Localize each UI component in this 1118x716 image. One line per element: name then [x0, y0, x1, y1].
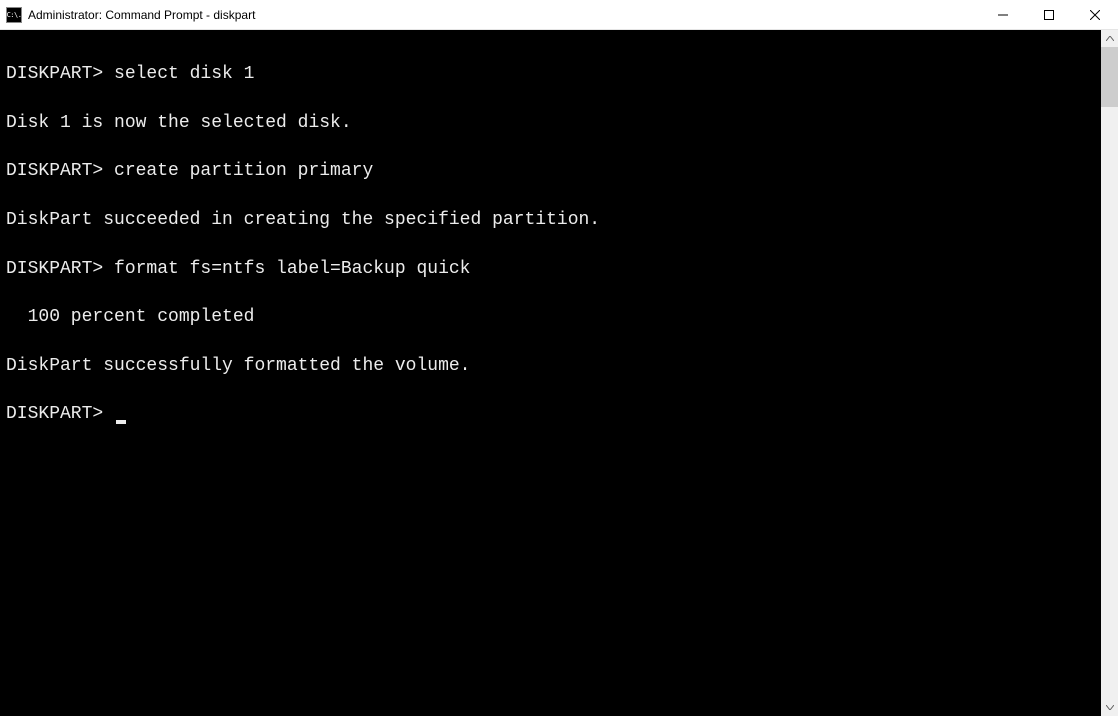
chevron-up-icon: [1106, 36, 1114, 41]
vertical-scrollbar[interactable]: [1101, 30, 1118, 716]
terminal-line: DISKPART>: [6, 402, 1101, 426]
terminal-line: DiskPart succeeded in creating the speci…: [6, 208, 1101, 232]
terminal-cursor: [116, 420, 126, 424]
terminal-line: [6, 38, 1101, 62]
terminal-line: [6, 87, 1101, 111]
scroll-down-arrow[interactable]: [1101, 699, 1118, 716]
terminal-line: DISKPART> format fs=ntfs label=Backup qu…: [6, 257, 1101, 281]
scroll-up-arrow[interactable]: [1101, 30, 1118, 47]
minimize-icon: [998, 10, 1008, 20]
maximize-button[interactable]: [1026, 0, 1072, 29]
chevron-down-icon: [1106, 705, 1114, 710]
minimize-button[interactable]: [980, 0, 1026, 29]
terminal-line: DISKPART> select disk 1: [6, 62, 1101, 86]
close-icon: [1090, 10, 1100, 20]
window-controls: [980, 0, 1118, 29]
terminal-line: Disk 1 is now the selected disk.: [6, 111, 1101, 135]
terminal-line: DISKPART> create partition primary: [6, 159, 1101, 183]
terminal-prompt: DISKPART>: [6, 402, 114, 426]
terminal-area: DISKPART> select disk 1 Disk 1 is now th…: [0, 30, 1118, 716]
terminal-line: [6, 135, 1101, 159]
app-icon: C:\.: [6, 7, 22, 23]
terminal-line: [6, 184, 1101, 208]
terminal-output[interactable]: DISKPART> select disk 1 Disk 1 is now th…: [0, 30, 1101, 716]
maximize-icon: [1044, 10, 1054, 20]
terminal-line: DiskPart successfully formatted the volu…: [6, 354, 1101, 378]
titlebar[interactable]: C:\. Administrator: Command Prompt - dis…: [0, 0, 1118, 30]
titlebar-left: C:\. Administrator: Command Prompt - dis…: [0, 7, 255, 23]
close-button[interactable]: [1072, 0, 1118, 29]
terminal-line: 100 percent completed: [6, 305, 1101, 329]
window-title: Administrator: Command Prompt - diskpart: [28, 8, 255, 22]
terminal-line: [6, 232, 1101, 256]
scroll-thumb[interactable]: [1101, 47, 1118, 107]
terminal-line: [6, 330, 1101, 354]
terminal-line: [6, 281, 1101, 305]
terminal-line: [6, 378, 1101, 402]
